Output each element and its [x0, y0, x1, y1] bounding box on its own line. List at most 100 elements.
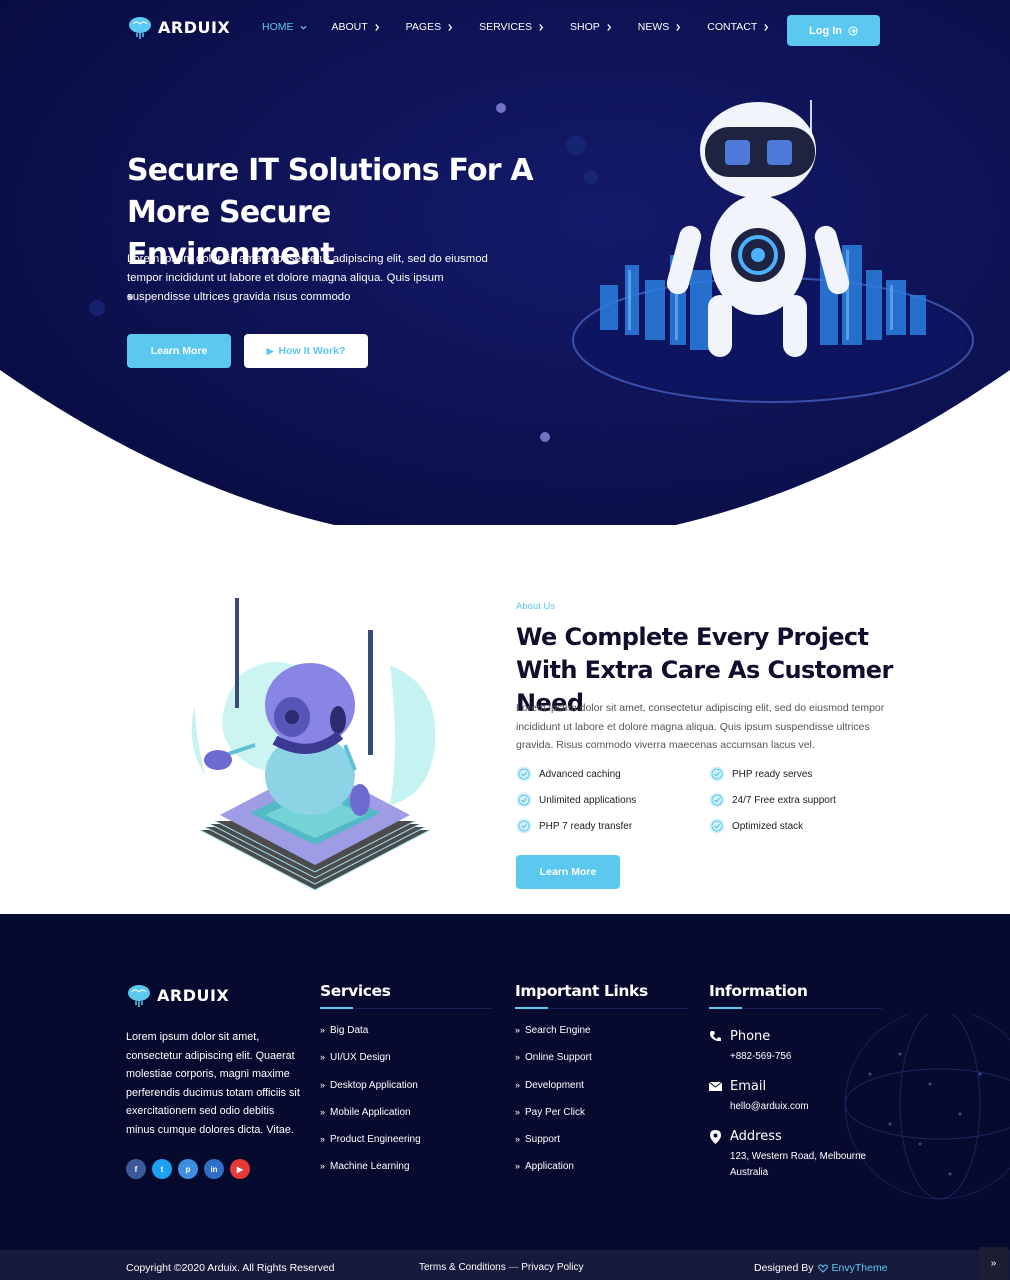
copyright-text: Copyright ©2020 Arduix. All Rights Reser…: [126, 1262, 335, 1274]
twitter-icon[interactable]: t: [152, 1159, 172, 1179]
footer-link[interactable]: » Online Support: [515, 1052, 688, 1079]
important-links: » Search Engine » Online Support » Developmen…: [515, 1025, 688, 1189]
pinterest-icon[interactable]: p: [178, 1159, 198, 1179]
double-chevron-right-icon: »: [320, 1025, 326, 1035]
nav-item-label: HOME: [262, 21, 294, 33]
footer-about-text: Lorem ipsum dolor sit amet, consectetur …: [126, 1031, 300, 1136]
facebook-icon[interactable]: f: [126, 1159, 146, 1179]
important-links-column: Important Links » Search Engine » Online Su…: [515, 982, 688, 1189]
hero-section: ARDUIX HOME ABOUT PAGES SERVICES SHOP NEWS CON…: [0, 0, 1010, 525]
nav-item-label: PAGES: [405, 21, 442, 33]
chevron-right-icon: [539, 23, 544, 31]
footer-brand-logo[interactable]: ARDUIX: [126, 982, 229, 1008]
double-chevron-right-icon: »: [320, 1161, 326, 1172]
nav-item-label: CONTACT: [707, 21, 758, 33]
about-learn-more-button[interactable]: Learn More: [516, 855, 620, 889]
footer-link[interactable]: » Product Engineering: [320, 1134, 493, 1161]
hero-description: Lorem ipsum dolor sit amet, consectetur …: [127, 253, 488, 303]
nav-item-home[interactable]: HOME: [262, 21, 307, 33]
feature-item: Optimized stack: [709, 817, 886, 835]
footer-link[interactable]: » Development: [515, 1080, 688, 1107]
footer-link[interactable]: » UI/UX Design: [320, 1052, 493, 1079]
footer-link[interactable]: » Support: [515, 1134, 688, 1161]
address-value: 123, Western Road, Melbourne Australia: [730, 1151, 866, 1178]
feature-label: PHP ready serves: [732, 768, 813, 780]
double-chevron-right-icon: »: [320, 1079, 326, 1090]
double-chevron-right-icon: »: [515, 1079, 521, 1090]
chevron-right-icon: [764, 23, 769, 31]
feature-label: Unlimited applications: [539, 794, 637, 806]
location-pin-icon: [710, 1129, 721, 1144]
nav-menu: HOME ABOUT PAGES SERVICES SHOP NEWS CONTACT: [262, 21, 795, 33]
terms-link[interactable]: Terms & Conditions: [419, 1262, 506, 1273]
chevron-right-icon: [607, 23, 611, 31]
footer-link[interactable]: » Big Data: [320, 1025, 493, 1052]
feature-label: 24/7 Free extra support: [732, 794, 836, 806]
double-chevron-right-icon: »: [515, 1134, 521, 1145]
nav-item-pages[interactable]: PAGES: [406, 21, 454, 33]
footer-link[interactable]: » Application: [515, 1161, 688, 1188]
footer-link-label: UI/UX Design: [330, 1052, 391, 1064]
footer-link-label: Big Data: [330, 1025, 369, 1036]
chevron-down-icon: [299, 25, 307, 30]
nav-item-news[interactable]: NEWS: [638, 21, 683, 33]
footer-link[interactable]: » Pay Per Click: [515, 1107, 688, 1134]
address-info: Address 123, Western Road, Melbourne Aus…: [709, 1129, 882, 1181]
feature-label: PHP 7 ready transfer: [539, 820, 633, 832]
phone-info: Phone +882-569-756: [709, 1029, 882, 1065]
email-icon: [709, 1081, 722, 1091]
how-it-works-label: How It Work?: [278, 345, 346, 357]
youtube-icon[interactable]: ▶: [230, 1159, 250, 1179]
information-column: Information Phone +882-569-756 Email hel…: [709, 982, 882, 1181]
designed-by-label: Designed By: [754, 1262, 814, 1274]
linkedin-icon[interactable]: in: [204, 1159, 224, 1179]
nav-item-services[interactable]: SERVICES: [479, 21, 545, 33]
brand-logo[interactable]: ARDUIX: [127, 14, 230, 40]
services-heading: Services: [320, 982, 493, 1009]
footer-link[interactable]: » Machine Learning: [320, 1161, 493, 1188]
check-circle-icon: [709, 792, 725, 808]
chevron-right-icon: [448, 23, 453, 31]
footer-link-label: Desktop Application: [330, 1079, 418, 1091]
footer-link-label: Development: [525, 1079, 584, 1091]
how-it-works-button[interactable]: ▶ How It Work?: [244, 334, 368, 368]
feature-item: 24/7 Free extra support: [709, 791, 886, 809]
brain-logo-icon: [129, 17, 151, 39]
services-links: » Big Data » UI/UX Design » Desktop Applicati…: [320, 1025, 493, 1189]
back-to-top-button[interactable]: »: [979, 1247, 1008, 1280]
login-icon: [848, 26, 858, 35]
nav-item-label: ABOUT: [331, 21, 368, 33]
double-chevron-right-icon: »: [515, 1025, 521, 1035]
double-chevron-right-icon: »: [515, 1161, 521, 1172]
nav-item-label: SHOP: [570, 21, 600, 33]
login-label: Log In: [809, 24, 842, 37]
privacy-link[interactable]: Privacy Policy: [521, 1262, 583, 1273]
feature-item: PHP 7 ready transfer: [516, 817, 709, 835]
check-circle-icon: [516, 818, 532, 834]
heart-icon: [817, 1263, 828, 1273]
designer-link[interactable]: EnvyTheme: [832, 1262, 888, 1274]
login-button[interactable]: Log In: [787, 15, 880, 46]
chevron-right-icon: [374, 23, 379, 31]
email-info: Email hello@arduix.com: [709, 1079, 882, 1115]
nav-item-shop[interactable]: SHOP: [570, 21, 613, 33]
footer-link-label: Online Support: [525, 1052, 592, 1064]
phone-value[interactable]: +882-569-756: [730, 1049, 882, 1065]
footer-link[interactable]: » Desktop Application: [320, 1080, 493, 1107]
nav-item-contact[interactable]: CONTACT: [707, 21, 770, 33]
footer-link-label: Mobile Application: [330, 1106, 411, 1118]
footer-brand-name: ARDUIX: [157, 985, 230, 1005]
double-chevron-right-icon: »: [515, 1106, 521, 1117]
nav-item-about[interactable]: ABOUT: [332, 21, 381, 33]
check-circle-icon: [709, 766, 725, 782]
robot-chip-illustration: [191, 598, 436, 891]
play-icon: ▶: [266, 345, 274, 356]
double-chevron-right-icon: »: [515, 1052, 521, 1063]
email-value[interactable]: hello@arduix.com: [730, 1099, 882, 1115]
feature-label: Advanced caching: [539, 768, 621, 780]
footer-link[interactable]: » Search Engine: [515, 1025, 688, 1052]
footer-link-label: Machine Learning: [330, 1161, 410, 1173]
footer-link[interactable]: » Mobile Application: [320, 1107, 493, 1134]
footer-link-label: Application: [525, 1161, 574, 1173]
learn-more-button[interactable]: Learn More: [127, 334, 231, 368]
